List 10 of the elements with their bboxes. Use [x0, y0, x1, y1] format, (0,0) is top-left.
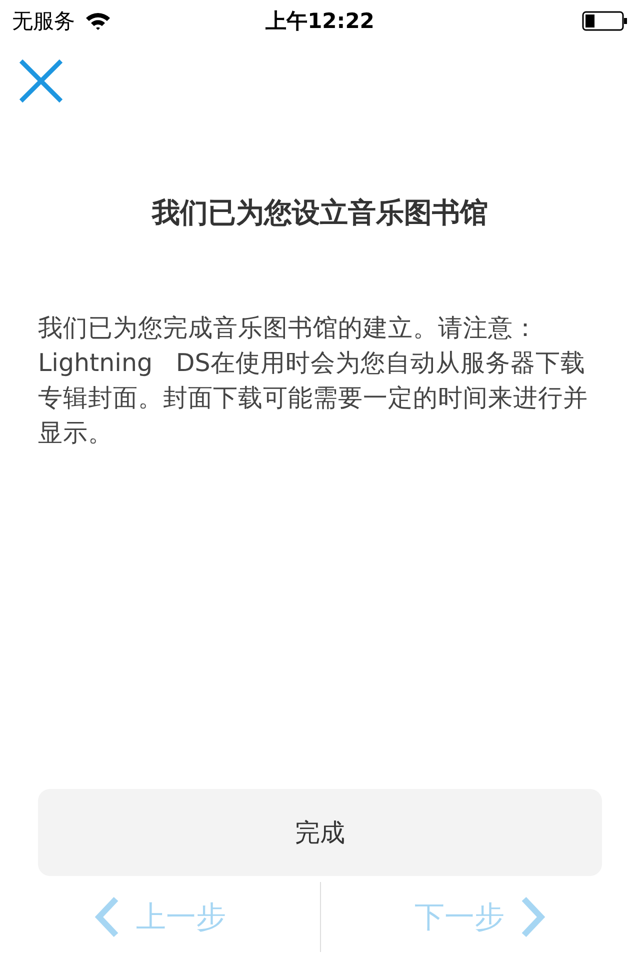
chevron-right-icon [520, 896, 546, 938]
wifi-icon [85, 11, 111, 31]
chevron-left-icon [94, 896, 120, 938]
clock-time: 上午12:22 [266, 8, 374, 35]
carrier-label: 无服务 [12, 8, 75, 35]
page-title: 我们已为您设立音乐图书馆 [150, 195, 489, 231]
done-button[interactable]: 完成 [38, 789, 602, 876]
battery-icon [582, 11, 628, 31]
close-button[interactable] [18, 58, 64, 104]
message-text: 我们已为您完成音乐图书馆的建立。请注意：Lightning DS在使用时会为您自动从服务器下载专辑封面。封面下载可能需要一定的时间来进行并显示。 [38, 312, 589, 449]
